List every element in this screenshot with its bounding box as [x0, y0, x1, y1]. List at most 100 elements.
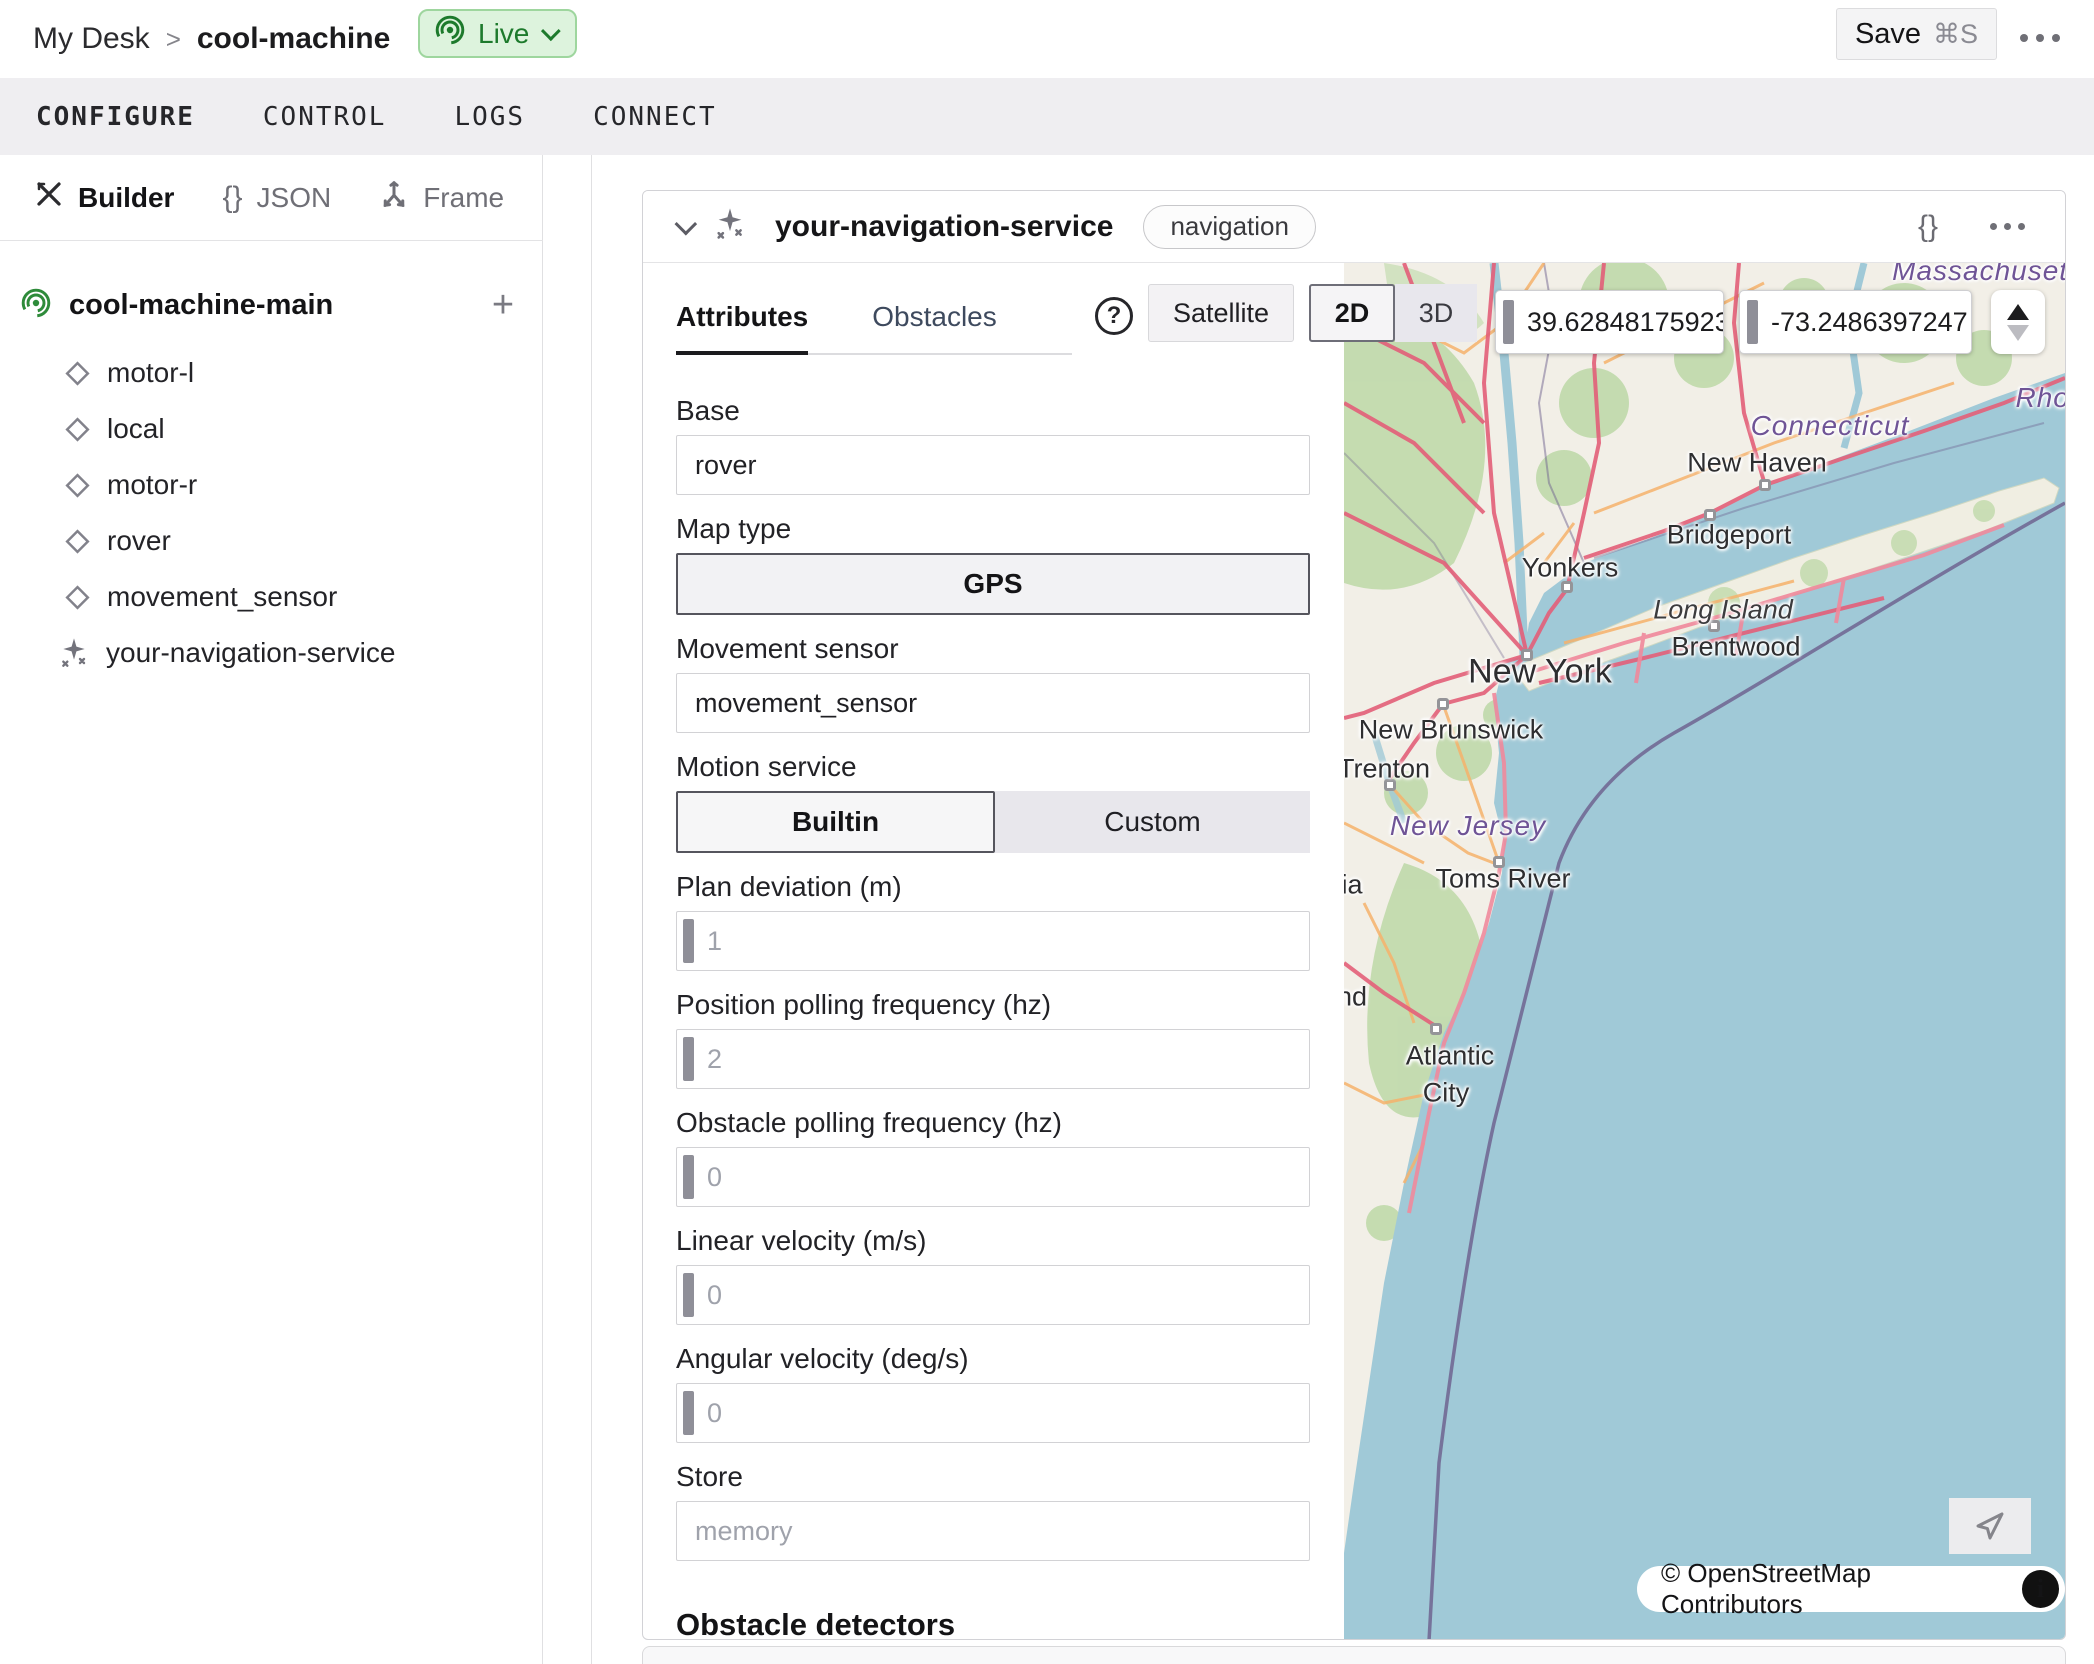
attributes-form: Attributes Obstacles Base Map type GPS M… [676, 263, 1310, 1640]
view-json[interactable]: {} JSON [222, 181, 331, 215]
locate-button[interactable] [1949, 1498, 2031, 1554]
service-title: your-navigation-service [775, 210, 1113, 244]
tab-configure[interactable]: CONFIGURE [36, 102, 195, 132]
tab-connect[interactable]: CONNECT [593, 102, 717, 132]
tree-item-local[interactable]: local [64, 401, 524, 457]
chevron-down-icon [541, 21, 561, 41]
field-label: Plan deviation (m) [676, 871, 1310, 903]
info-icon[interactable]: i [2022, 1570, 2059, 1608]
view-2d-button[interactable]: 2D [1309, 284, 1395, 342]
field-label: Angular velocity (deg/s) [676, 1343, 1310, 1375]
view-frame-label: Frame [423, 182, 504, 214]
view-frame[interactable]: Frame [379, 179, 504, 216]
plan-deviation-input[interactable] [694, 926, 1309, 957]
save-button[interactable]: Save ⌘S [1836, 8, 1997, 60]
card-menu-button[interactable] [1990, 223, 2025, 230]
braces-icon: {} [222, 181, 242, 215]
step-down-icon[interactable] [2007, 325, 2029, 341]
live-status-dropdown[interactable]: Live [418, 9, 577, 58]
sidebar-resizer[interactable] [543, 155, 592, 1664]
broadcast-icon [20, 287, 52, 324]
add-component-button[interactable]: + [486, 290, 520, 320]
braces-icon[interactable]: {} [1918, 210, 1938, 244]
overflow-menu-button[interactable] [2010, 18, 2070, 58]
drag-handle[interactable] [683, 919, 694, 963]
navigation-service-card: your-navigation-service navigation {} [642, 190, 2066, 1640]
drag-handle[interactable] [1503, 300, 1514, 344]
view-builder[interactable]: Builder [34, 179, 174, 216]
drag-handle[interactable] [683, 1391, 694, 1435]
motion-custom-option[interactable]: Custom [995, 791, 1310, 853]
component-diamond-icon [64, 472, 91, 499]
tree-item-rover[interactable]: rover [64, 513, 524, 569]
map-place-label: New Brunswick [1359, 715, 1544, 746]
field-label: Motion service [676, 751, 1310, 783]
store-input[interactable] [677, 1516, 1309, 1547]
map-dimension-toggle: 2D 3D [1309, 284, 1477, 342]
tree-item-motor-l[interactable]: motor-l [64, 345, 524, 401]
drag-handle[interactable] [1747, 300, 1758, 344]
latitude-input[interactable] [1495, 290, 1724, 354]
help-icon[interactable]: ? [1095, 297, 1133, 335]
view-3d-button[interactable]: 3D [1395, 284, 1477, 342]
frame-axes-icon [379, 179, 409, 216]
field-angular-velocity: Angular velocity (deg/s) [676, 1343, 1310, 1443]
service-type-badge: navigation [1143, 205, 1316, 249]
live-label: Live [478, 18, 529, 50]
map-city-dot [1430, 1023, 1442, 1035]
drag-handle[interactable] [683, 1155, 694, 1199]
obstacle-detectors-heading: Obstacle detectors [676, 1607, 1310, 1640]
map-attribution: © OpenStreetMap Contributors i [1637, 1566, 2065, 1612]
satellite-toggle-button[interactable]: Satellite [1148, 284, 1294, 342]
tree-item-navigation-service[interactable]: your-navigation-service [58, 625, 518, 681]
breadcrumb-machine-name: cool-machine [197, 22, 390, 56]
longitude-field[interactable] [1758, 307, 1971, 338]
tab-obstacles[interactable]: Obstacles [872, 287, 997, 353]
tools-icon [34, 179, 64, 216]
position-polling-input[interactable] [694, 1044, 1309, 1075]
map-place-label: Connecticut [1751, 410, 1910, 442]
field-movement-sensor: Movement sensor [676, 633, 1310, 733]
top-bar: My Desk > cool-machine Live Save ⌘S [0, 0, 2094, 78]
tab-control[interactable]: CONTROL [263, 102, 387, 132]
tab-attributes[interactable]: Attributes [676, 287, 808, 355]
next-panel-edge [642, 1646, 2066, 1664]
latitude-field[interactable] [1514, 307, 1723, 338]
collapse-chevron-icon[interactable] [675, 212, 698, 235]
tree-item-motor-r[interactable]: motor-r [64, 457, 524, 513]
motion-builtin-option[interactable]: Builtin [676, 791, 995, 853]
angular-velocity-input[interactable] [694, 1398, 1309, 1429]
field-obstacle-polling: Obstacle polling frequency (hz) [676, 1107, 1310, 1207]
field-motion-service: Motion service Builtin Custom [676, 751, 1310, 853]
drag-handle[interactable] [683, 1037, 694, 1081]
tab-logs[interactable]: LOGS [454, 102, 525, 132]
base-input[interactable] [677, 450, 1309, 481]
component-diamond-icon [64, 528, 91, 555]
field-plan-deviation: Plan deviation (m) [676, 871, 1310, 971]
map-place-label: Brentwood [1671, 632, 1800, 663]
tree-item-label: motor-l [107, 357, 194, 389]
field-label: Obstacle polling frequency (hz) [676, 1107, 1310, 1139]
linear-velocity-input[interactable] [694, 1280, 1309, 1311]
map-place-label: Bridgeport [1667, 520, 1792, 551]
movement-sensor-input[interactable] [677, 688, 1309, 719]
navigation-map[interactable]: MassachusettsRhode IslandConnecticutNew … [1344, 263, 2065, 1640]
zoom-stepper[interactable] [1991, 290, 2045, 354]
drag-handle[interactable] [683, 1273, 694, 1317]
breadcrumb-root-link[interactable]: My Desk [33, 22, 150, 56]
map-type-gps-button[interactable]: GPS [676, 553, 1310, 615]
tree-item-label: rover [107, 525, 171, 557]
app-window: My Desk > cool-machine Live Save ⌘S CONF… [0, 0, 2094, 1664]
service-sparkle-icon [58, 637, 90, 669]
machine-tab-bar: CONFIGURE CONTROL LOGS CONNECT [0, 78, 2094, 155]
longitude-input[interactable] [1739, 290, 1972, 354]
step-up-icon[interactable] [2007, 304, 2029, 320]
map-place-label: nd [1344, 982, 1367, 1013]
component-diamond-icon [64, 360, 91, 387]
tree-item-movement-sensor[interactable]: movement_sensor [64, 569, 524, 625]
map-place-label: ia [1344, 870, 1363, 901]
tree-root-machine[interactable]: cool-machine-main + [20, 277, 520, 333]
field-store: Store [676, 1461, 1310, 1561]
navigation-arrow-icon [1972, 1508, 2008, 1544]
obstacle-polling-input[interactable] [694, 1162, 1309, 1193]
